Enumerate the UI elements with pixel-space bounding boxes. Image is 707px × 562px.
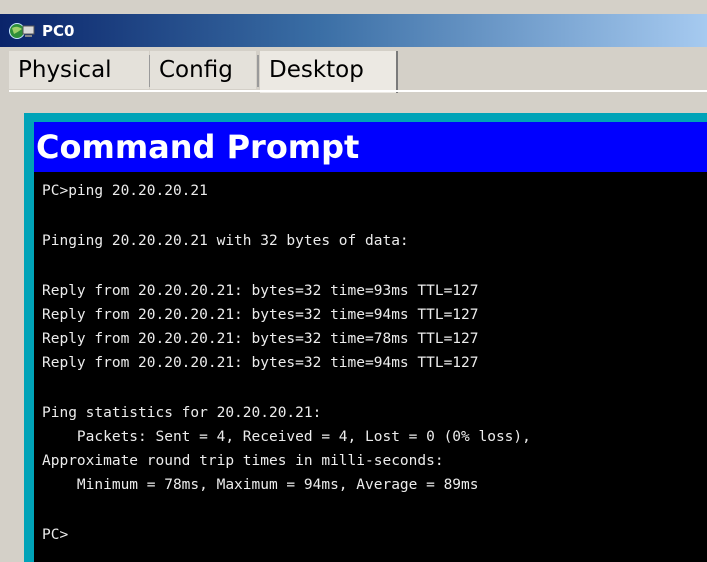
console-line: Minimum = 78ms, Maximum = 94ms, Average …: [42, 477, 479, 493]
console-prompt-line: PC>: [42, 527, 69, 543]
console-line: Reply from 20.20.20.21: bytes=32 time=94…: [42, 307, 479, 323]
tab-config[interactable]: Config: [150, 51, 256, 89]
title-bar[interactable]: PC0: [0, 14, 707, 47]
tab-desktop[interactable]: Desktop: [260, 51, 398, 93]
console-line: Pinging 20.20.20.21 with 32 bytes of dat…: [42, 233, 409, 249]
console-output[interactable]: PC>ping 20.20.20.21 Pinging 20.20.20.21 …: [34, 172, 707, 562]
console-line: Ping statistics for 20.20.20.21:: [42, 405, 322, 421]
console-line: PC>ping 20.20.20.21: [42, 183, 208, 199]
console-line: Packets: Sent = 4, Received = 4, Lost = …: [42, 429, 531, 445]
tab-underline: [9, 90, 707, 92]
tab-separator: [257, 55, 259, 87]
command-prompt-title: Command Prompt: [36, 128, 360, 166]
console-line: Reply from 20.20.20.21: bytes=32 time=93…: [42, 283, 479, 299]
tab-physical[interactable]: Physical: [9, 51, 149, 89]
console-line: Reply from 20.20.20.21: bytes=32 time=94…: [42, 355, 479, 371]
console-line: Approximate round trip times in milli-se…: [42, 453, 444, 469]
command-prompt-header: Command Prompt: [34, 122, 707, 172]
tab-strip: Physical Config Desktop: [0, 47, 707, 95]
window-title: PC0: [42, 22, 75, 40]
pc-globe-icon: [9, 23, 35, 39]
console-line: Reply from 20.20.20.21: bytes=32 time=78…: [42, 331, 479, 347]
pc0-window: PC0 Physical Config Desktop Command Prom…: [0, 0, 707, 562]
